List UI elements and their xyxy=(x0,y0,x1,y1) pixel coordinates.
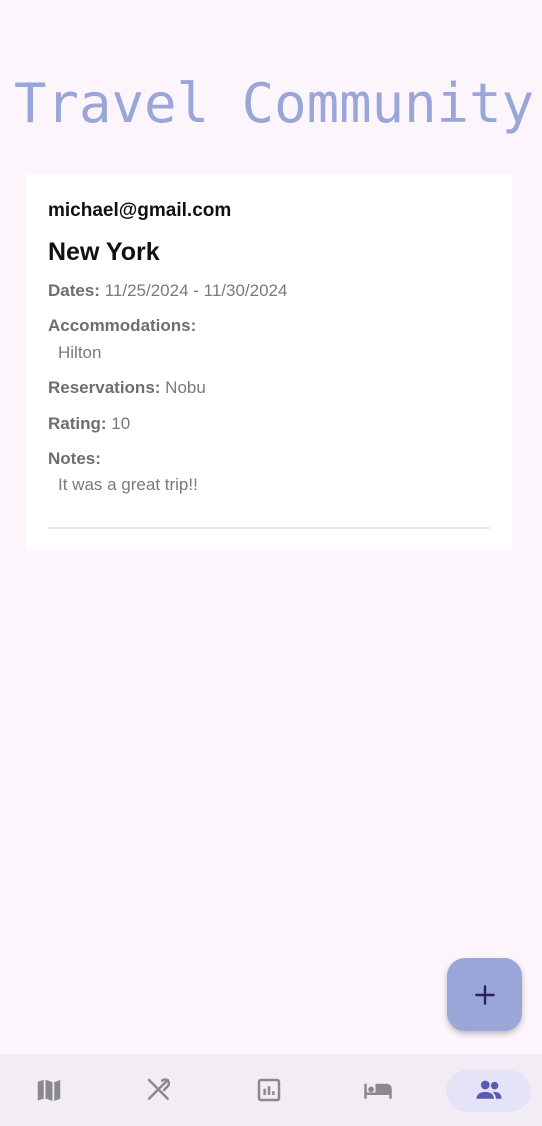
hotel-bed-icon xyxy=(364,1083,392,1099)
bar-chart-icon xyxy=(257,1078,281,1102)
dates-label: Dates: xyxy=(48,281,100,300)
community-people-icon xyxy=(476,1080,501,1099)
rating-field: Rating: 10 xyxy=(48,414,490,434)
nav-item-hotels[interactable] xyxy=(343,1054,413,1126)
map-icon xyxy=(37,1079,61,1102)
reservations-value: Nobu xyxy=(165,378,206,398)
reservations-field: Reservations: Nobu xyxy=(48,378,490,398)
accommodations-label: Accommodations: xyxy=(48,316,197,336)
rating-label: Rating: xyxy=(48,413,107,433)
notes-field: Notes: It was a great trip!! xyxy=(48,449,490,496)
app-title: Travel Community xyxy=(14,72,535,135)
restaurant-icon xyxy=(147,1078,171,1100)
post-author-email: michael@gmail.com xyxy=(48,200,232,221)
notes-label: Notes: xyxy=(48,448,101,468)
bottom-navigation xyxy=(0,1054,542,1126)
post-divider xyxy=(48,527,490,529)
plus-icon xyxy=(474,984,495,1005)
post-card: michael@gmail.com New York Dates: 11/25/… xyxy=(26,174,512,550)
nav-item-restaurants[interactable] xyxy=(124,1054,194,1126)
nav-item-map[interactable] xyxy=(14,1054,84,1126)
post-city: New York xyxy=(48,238,160,266)
dates-field: Dates: 11/25/2024 - 11/30/2024 xyxy=(48,281,490,301)
notes-value: It was a great trip!! xyxy=(58,475,198,495)
add-post-button[interactable] xyxy=(447,958,522,1031)
nav-item-community[interactable] xyxy=(452,1054,525,1126)
nav-item-stats[interactable] xyxy=(234,1054,304,1126)
accommodations-field: Accommodations: Hilton xyxy=(48,316,490,363)
dates-value: 11/25/2024 - 11/30/2024 xyxy=(104,281,288,300)
rating-value: 10 xyxy=(111,413,131,433)
reservations-label: Reservations: xyxy=(48,378,161,398)
accommodations-value: Hilton xyxy=(58,342,102,362)
screen: Travel Community michael@gmail.com New Y… xyxy=(0,0,542,1126)
